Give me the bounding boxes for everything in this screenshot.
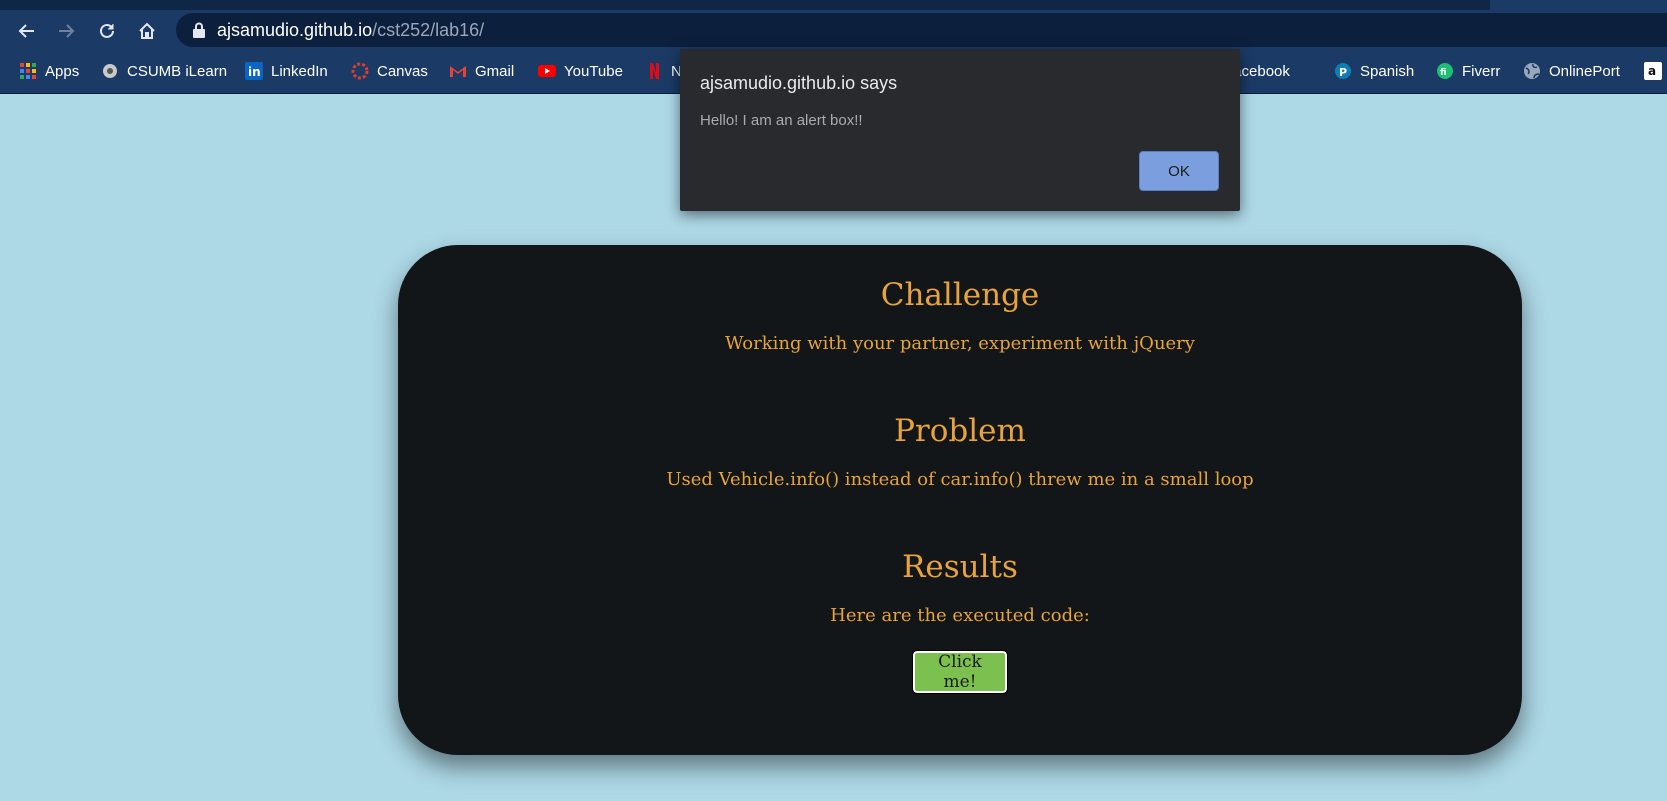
forward-arrow-icon [59, 24, 75, 38]
youtube-icon [538, 65, 556, 77]
bookmark-label: Canvas [377, 62, 428, 80]
fiverr-icon: fi [1437, 63, 1453, 79]
forward-button[interactable] [51, 16, 81, 46]
bookmark-label: Gmail [475, 62, 515, 80]
back-button[interactable] [12, 16, 42, 46]
challenge-heading: Challenge [880, 277, 1040, 313]
bookmark-label: OnlinePort [1549, 62, 1620, 80]
results-text: Here are the executed code: [830, 605, 1090, 626]
bookmark-gmail[interactable]: Gmail [449, 56, 514, 86]
home-icon [139, 22, 155, 39]
alert-title: ajsamudio.github.io says [700, 73, 898, 93]
lock-icon [193, 22, 205, 38]
bookmark-linkedin[interactable]: in LinkedIn [245, 56, 328, 86]
bookmark-label: CSUMB iLearn [127, 62, 228, 80]
bookmark-onlineport[interactable]: OnlinePort [1523, 56, 1620, 86]
ilearn-icon [103, 64, 117, 78]
bookmark-netflix[interactable]: N [645, 56, 682, 86]
bookmark-csumb-ilearn[interactable]: CSUMB iLearn [101, 56, 227, 86]
back-arrow-icon [18, 24, 34, 38]
bookmark-canvas[interactable]: Canvas [351, 56, 428, 86]
bookmark-spanish[interactable]: P Spanish [1334, 56, 1414, 86]
canvas-icon [351, 62, 369, 80]
svg-text:a: a [1648, 64, 1656, 78]
click-me-button[interactable]: Click me! [912, 650, 1008, 694]
url-host: ajsamudio.github.io [217, 20, 373, 40]
home-button[interactable] [132, 16, 162, 46]
bookmark-label: Apps [45, 62, 80, 80]
alert-dialog: ajsamudio.github.io says Hello! I am an … [680, 49, 1240, 211]
bookmark-amazon[interactable]: a [1644, 56, 1662, 86]
ok-button[interactable]: OK [1139, 151, 1219, 191]
address-bar[interactable]: ajsamudio.github.io/cst252/lab16/ [176, 13, 1667, 47]
problem-text: Used Vehicle.info() instead of car.info(… [666, 469, 1254, 490]
gmail-icon [450, 66, 466, 77]
bookmark-label: Spanish [1360, 62, 1415, 80]
bookmark-youtube[interactable]: YouTube [538, 56, 623, 86]
url-path: /cst252/lab16/ [372, 20, 485, 40]
pearson-icon: P [1335, 63, 1351, 79]
url-text: ajsamudio.github.io/cst252/lab16/ [217, 18, 484, 42]
svg-text:P: P [1339, 66, 1347, 79]
bookmark-apps[interactable]: Apps [19, 56, 79, 86]
results-heading: Results [902, 549, 1018, 585]
bookmark-label: YouTube [564, 62, 623, 80]
bookmark-label: Fiverr [1462, 62, 1501, 80]
svg-text:in: in [248, 65, 261, 79]
apps-grid-icon [20, 63, 36, 79]
active-tab-edge [1490, 0, 1667, 10]
bookmark-fiverr[interactable]: fi Fiverr [1436, 56, 1500, 86]
content-card: Challenge Working with your partner, exp… [398, 245, 1522, 755]
globe-icon [1524, 63, 1540, 79]
reload-icon [100, 23, 114, 38]
alert-message: Hello! I am an alert box!! [700, 112, 863, 129]
problem-heading: Problem [894, 413, 1026, 449]
challenge-text: Working with your partner, experiment wi… [725, 333, 1195, 354]
amazon-icon: a [1644, 62, 1662, 80]
reload-button[interactable] [92, 16, 122, 46]
linkedin-icon: in [245, 62, 263, 80]
navigation-bar: ajsamudio.github.io/cst252/lab16/ [0, 10, 1667, 52]
bookmark-label: LinkedIn [271, 62, 328, 80]
tab-strip [0, 0, 1667, 10]
svg-text:fi: fi [1440, 68, 1447, 78]
netflix-icon [650, 63, 659, 79]
